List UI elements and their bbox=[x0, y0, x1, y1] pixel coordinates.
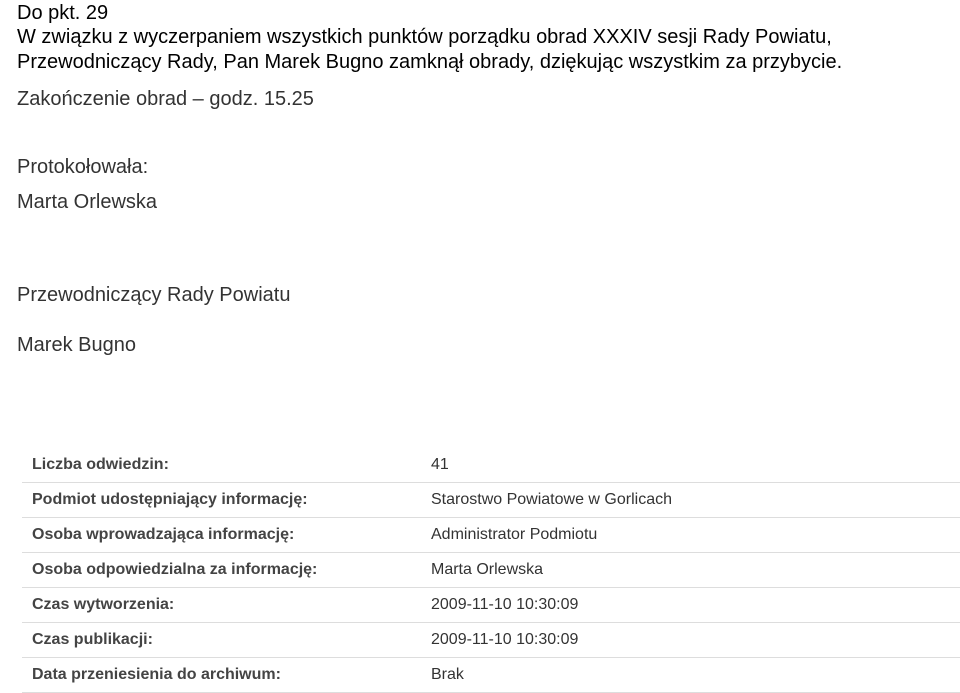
metadata-value: Brak bbox=[431, 666, 464, 683]
metadata-row-created: Czas wytworzenia: 2009-11-10 10:30:09 bbox=[22, 588, 960, 623]
metadata-label: Osoba odpowiedzialna za informację: bbox=[32, 561, 318, 578]
metadata-label: Czas publikacji: bbox=[32, 631, 153, 648]
body-text-line-2: Przewodniczący Rady, Pan Marek Bugno zam… bbox=[17, 51, 843, 73]
metadata-row-published: Czas publikacji: 2009-11-10 10:30:09 bbox=[22, 623, 960, 658]
recorded-by-name: Marta Orlewska bbox=[17, 191, 158, 213]
recorded-by-label: Protokołowała: bbox=[17, 156, 149, 178]
metadata-label: Czas wytworzenia: bbox=[32, 596, 175, 613]
point-heading: Do pkt. 29 bbox=[17, 2, 109, 24]
metadata-value: 41 bbox=[431, 456, 449, 473]
metadata-row-archived: Data przeniesienia do archiwum: Brak bbox=[22, 658, 960, 693]
metadata-label: Liczba odwiedzin: bbox=[32, 456, 169, 473]
metadata-row-provider: Podmiot udostępniający informację: Staro… bbox=[22, 483, 960, 518]
metadata-value: Administrator Podmiotu bbox=[431, 526, 598, 543]
metadata-row-visits: Liczba odwiedzin: 41 bbox=[22, 448, 960, 483]
metadata-value: 2009-11-10 10:30:09 bbox=[431, 596, 579, 613]
metadata-value: Marta Orlewska bbox=[431, 561, 544, 578]
chair-title: Przewodniczący Rady Powiatu bbox=[17, 284, 291, 306]
metadata-row-responsible: Osoba odpowiedzialna za informację: Mart… bbox=[22, 553, 960, 588]
closing-time: Zakończenie obrad – godz. 15.25 bbox=[17, 88, 314, 110]
metadata-value: Starostwo Powiatowe w Gorlicach bbox=[431, 491, 672, 508]
metadata-table: Liczba odwiedzin: 41 Podmiot udostępniaj… bbox=[22, 448, 960, 693]
metadata-row-entered-by: Osoba wprowadzająca informację: Administ… bbox=[22, 518, 960, 553]
metadata-label: Osoba wprowadzająca informację: bbox=[32, 526, 295, 543]
metadata-label: Podmiot udostępniający informację: bbox=[32, 491, 308, 508]
chair-name: Marek Bugno bbox=[17, 334, 136, 356]
metadata-value: 2009-11-10 10:30:09 bbox=[431, 631, 579, 648]
metadata-label: Data przeniesienia do archiwum: bbox=[32, 666, 281, 683]
body-text-line-1: W związku z wyczerpaniem wszystkich punk… bbox=[17, 26, 832, 48]
